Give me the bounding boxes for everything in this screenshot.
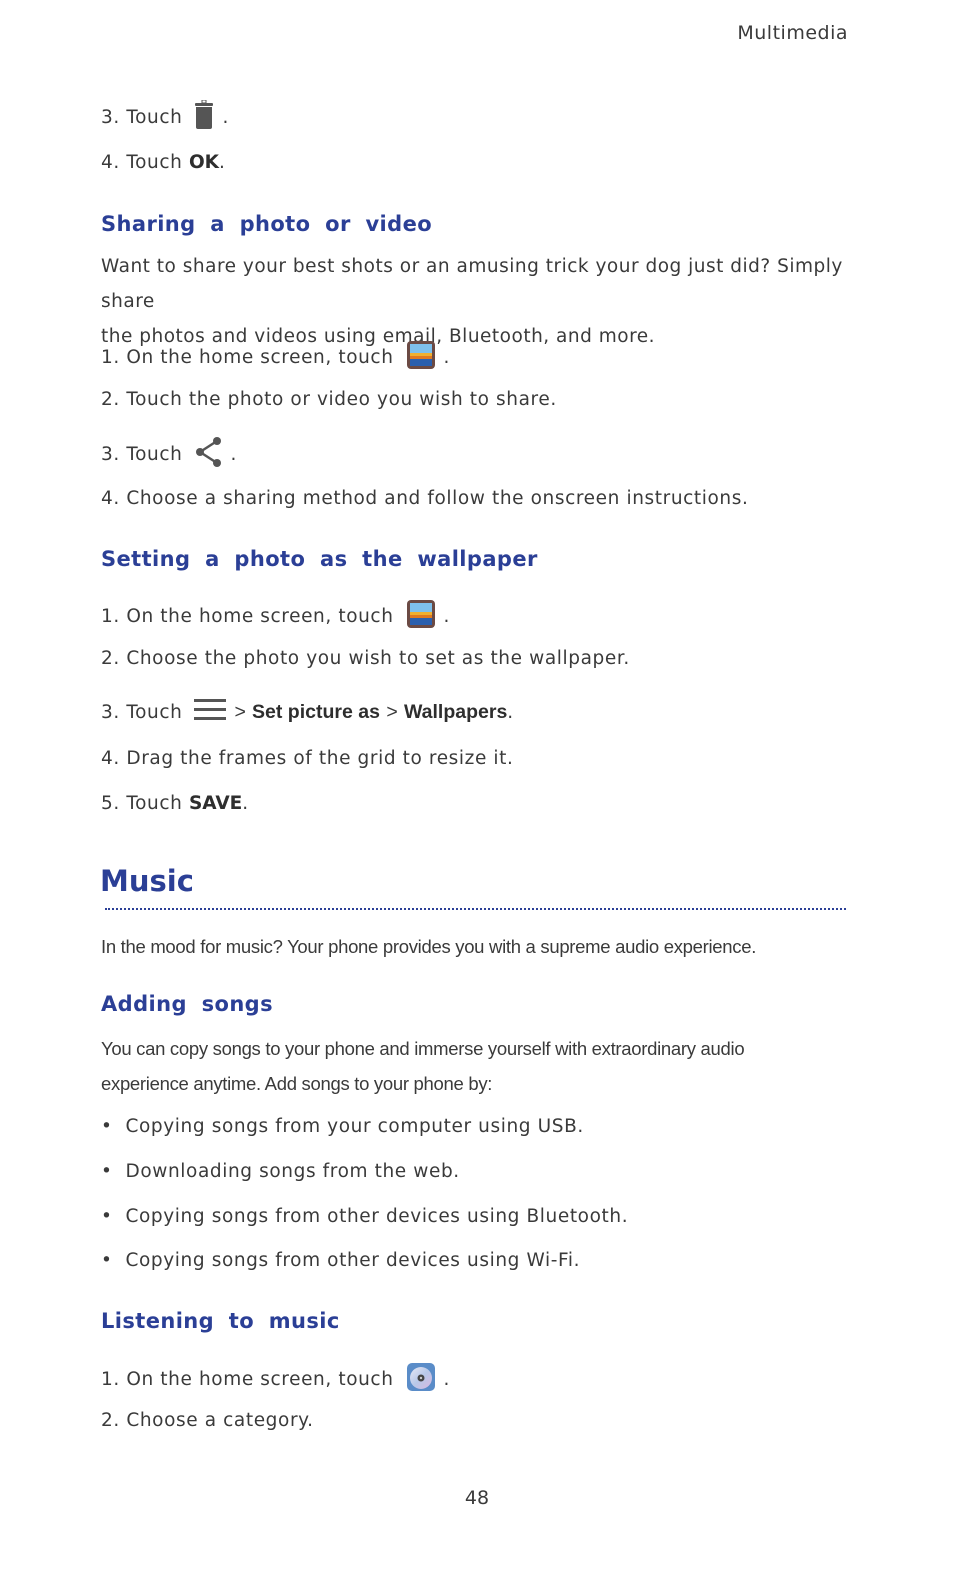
section-title-music: Music xyxy=(100,864,194,898)
bullet-text: Downloading songs from the web. xyxy=(125,1161,460,1182)
step-wallpaper-1: 1. On the home screen, touch . xyxy=(101,599,450,634)
gallery-icon xyxy=(406,340,436,375)
adding-intro-line-1: You can copy songs to your phone and imm… xyxy=(101,1038,745,1059)
step-share-3: 3. Touch . xyxy=(101,436,237,473)
step-number: 1. xyxy=(101,347,120,368)
step-punct: . xyxy=(443,606,451,627)
bullet-icon: • xyxy=(101,1250,113,1271)
bullet-item: • Copying songs from your computer using… xyxy=(101,1116,584,1137)
step-number: 4. xyxy=(101,488,120,509)
heading-listening: Listening to music xyxy=(101,1309,340,1333)
step-number: 1. xyxy=(101,606,120,627)
step-wallpaper-2: 2. Choose the photo you wish to set as t… xyxy=(101,648,630,669)
heading-wallpaper: Setting a photo as the wallpaper xyxy=(101,547,538,571)
adding-songs-intro: You can copy songs to your phone and imm… xyxy=(101,1031,861,1101)
bullet-text: Copying songs from other devices using W… xyxy=(125,1250,581,1271)
step-number: 2. xyxy=(101,389,120,410)
step-text: Touch xyxy=(126,444,183,465)
ok-label: OK xyxy=(188,152,219,173)
step-number: 4. xyxy=(101,748,120,769)
step-punct: . xyxy=(230,444,237,465)
wallpapers-label: Wallpapers xyxy=(403,701,508,723)
music-app-icon xyxy=(406,1362,436,1397)
bullet-item: • Copying songs from other devices using… xyxy=(101,1250,580,1271)
step-text: Choose a sharing method and follow the o… xyxy=(126,488,749,509)
step-punct: . xyxy=(507,702,514,723)
step-share-4: 4. Choose a sharing method and follow th… xyxy=(101,488,748,509)
share-icon xyxy=(194,436,222,473)
step-text: Touch the photo or video you wish to sha… xyxy=(126,389,557,410)
bullet-icon: • xyxy=(101,1116,113,1137)
save-label: SAVE xyxy=(188,793,243,814)
step-number: 2. xyxy=(101,1410,120,1431)
bullet-item: • Downloading songs from the web. xyxy=(101,1161,460,1182)
step-number: 2. xyxy=(101,648,120,669)
step-punct: . xyxy=(443,1369,451,1390)
path-separator: > xyxy=(386,701,398,723)
step-wallpaper-3: 3. Touch > Set picture as > Wallpapers. xyxy=(101,698,514,727)
sharing-intro: Want to share your best shots or an amus… xyxy=(101,249,861,354)
running-header: Multimedia xyxy=(737,22,848,44)
step-number: 4. xyxy=(101,152,120,173)
step-number: 3. xyxy=(101,107,120,128)
bullet-icon: • xyxy=(101,1161,113,1182)
step-share-2: 2. Touch the photo or video you wish to … xyxy=(101,389,557,410)
trash-icon xyxy=(194,99,214,135)
step-text: Choose the photo you wish to set as the … xyxy=(126,648,630,669)
step-text: Drag the frames of the grid to resize it… xyxy=(126,748,514,769)
step-listening-1: 1. On the home screen, touch . xyxy=(101,1362,450,1397)
step-text: Touch xyxy=(126,793,183,814)
step-punct: . xyxy=(219,152,226,173)
step-punct: . xyxy=(222,107,229,128)
adding-intro-line-2: experience anytime. Add songs to your ph… xyxy=(101,1073,493,1094)
gallery-icon xyxy=(406,599,436,634)
page-number: 48 xyxy=(464,1487,490,1509)
step-punct: . xyxy=(443,347,451,368)
step-text: On the home screen, touch xyxy=(126,347,394,368)
section-divider xyxy=(105,908,846,910)
step-text: Choose a category. xyxy=(126,1410,314,1431)
set-picture-as-label: Set picture as xyxy=(252,701,380,723)
step-share-1: 1. On the home screen, touch . xyxy=(101,340,450,375)
step-text: On the home screen, touch xyxy=(126,1369,394,1390)
step-text: Touch xyxy=(126,107,183,128)
step-wallpaper-4: 4. Drag the frames of the grid to resize… xyxy=(101,748,514,769)
music-intro: In the mood for music? Your phone provid… xyxy=(101,936,757,957)
bullet-text: Copying songs from other devices using B… xyxy=(125,1206,629,1227)
heading-adding-songs: Adding songs xyxy=(101,992,274,1016)
step-number: 5. xyxy=(101,793,120,814)
step-punct: . xyxy=(242,793,249,814)
path-separator: > xyxy=(234,701,246,723)
step-number: 3. xyxy=(101,702,120,723)
step-text: Touch xyxy=(126,152,183,173)
step-number: 3. xyxy=(101,444,120,465)
sharing-intro-line-1: Want to share your best shots or an amus… xyxy=(101,256,843,312)
menu-icon xyxy=(194,698,227,727)
heading-sharing: Sharing a photo or video xyxy=(101,212,433,236)
step-delete-3: 3. Touch . xyxy=(101,99,229,135)
step-wallpaper-5: 5. Touch SAVE. xyxy=(101,793,249,814)
bullet-item: • Copying songs from other devices using… xyxy=(101,1206,628,1227)
step-text: Touch xyxy=(126,702,183,723)
step-number: 1. xyxy=(101,1369,120,1390)
step-listening-2: 2. Choose a category. xyxy=(101,1410,314,1431)
step-delete-4: 4. Touch OK. xyxy=(101,152,225,173)
bullet-icon: • xyxy=(101,1206,113,1227)
bullet-text: Copying songs from your computer using U… xyxy=(125,1116,584,1137)
step-text: On the home screen, touch xyxy=(126,606,394,627)
